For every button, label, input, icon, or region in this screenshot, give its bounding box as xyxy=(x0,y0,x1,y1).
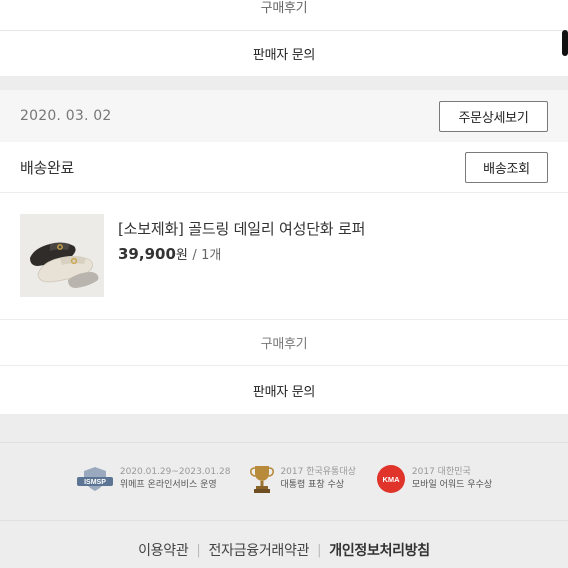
order-date: 2020. 03. 02 xyxy=(20,108,112,124)
product-thumbnail[interactable] xyxy=(20,214,104,297)
review-button[interactable]: 구매후기 xyxy=(0,319,568,365)
loafer-shoes-image xyxy=(20,214,104,297)
footer: ISMSP 2020.01.29~2023.01.28 위메프 온라인서비스 운… xyxy=(0,442,568,568)
product-name[interactable]: [소보제화] 골드링 데일리 여성단화 로퍼 xyxy=(118,218,365,239)
footer-divider xyxy=(0,520,568,521)
tracking-label: 배송조회 xyxy=(483,161,530,177)
badge-line2: 모바일 어워드 우수상 xyxy=(411,480,493,490)
seller-inquiry-label: 판매자 문의 xyxy=(252,384,316,400)
badge-line2: 대통령 표창 수상 xyxy=(280,480,345,490)
delivery-status: 배송완료 xyxy=(20,158,75,177)
review-button-label: 구매후기 xyxy=(260,1,308,16)
seller-inquiry-label: 판매자 문의 xyxy=(252,48,316,63)
ismsp-logo-icon: ISMSP xyxy=(76,467,113,491)
link-separator: | xyxy=(317,542,322,558)
terms-link[interactable]: 이용약관 xyxy=(138,540,189,560)
badge-line2: 위메프 온라인서비스 운영 xyxy=(119,480,217,490)
product-item[interactable]: [소보제화] 골드링 데일리 여성단화 로퍼 39,900원 / 1개 xyxy=(0,194,568,318)
order-detail-button[interactable]: 주문상세보기 xyxy=(439,100,548,132)
review-button-label: 구매후기 xyxy=(260,337,308,352)
order-detail-label: 주문상세보기 xyxy=(458,110,529,126)
trophy-icon xyxy=(250,466,275,493)
privacy-policy-link[interactable]: 개인정보처리방침 xyxy=(329,540,430,560)
ismsp-badge: ISMSP 2020.01.29~2023.01.28 위메프 온라인서비스 운… xyxy=(76,459,231,499)
award-badges: ISMSP 2020.01.29~2023.01.28 위메프 온라인서비스 운… xyxy=(0,459,568,499)
link-separator: | xyxy=(196,542,201,558)
mobile-award-badge: KMA 2017 대한민국 모바일 어워드 우수상 xyxy=(376,459,492,499)
footer-links: 이용약관 | 전자금융거래약관 | 개인정보처리방침 xyxy=(0,540,568,560)
seller-inquiry-button[interactable]: 판매자 문의 xyxy=(0,365,568,414)
scrollbar[interactable] xyxy=(562,30,568,56)
previous-order-card: 구매후기 판매자 문의 xyxy=(0,0,568,76)
product-price-line: 39,900원 / 1개 xyxy=(118,244,221,263)
order-header: 2020. 03. 02 주문상세보기 xyxy=(0,90,568,142)
distribution-award-badge: 2017 한국유통대상 대통령 표창 수상 xyxy=(250,459,356,499)
badge-line1: 2020.01.29~2023.01.28 xyxy=(119,467,231,477)
quantity-separator: / xyxy=(192,248,197,263)
kma-logo-text: KMA xyxy=(382,475,400,484)
tracking-button[interactable]: 배송조회 xyxy=(465,151,548,183)
seller-inquiry-button[interactable]: 판매자 문의 xyxy=(0,30,568,76)
finance-terms-link[interactable]: 전자금융거래약관 xyxy=(209,540,310,560)
product-price: 39,900 xyxy=(118,245,176,263)
price-unit: 원 xyxy=(175,248,188,263)
badge-line1: 2017 한국유통대상 xyxy=(280,467,356,477)
badge-line1: 2017 대한민국 xyxy=(411,467,471,477)
order-card: 2020. 03. 02 주문상세보기 배송완료 배송조회 [소보제화] 골드링… xyxy=(0,90,568,414)
delivery-status-row: 배송완료 배송조회 xyxy=(0,142,568,193)
product-quantity: 1개 xyxy=(201,248,222,263)
review-button[interactable]: 구매후기 xyxy=(0,0,568,30)
ismsp-logo-text: ISMSP xyxy=(84,479,106,486)
kma-logo-icon: KMA xyxy=(376,465,405,493)
